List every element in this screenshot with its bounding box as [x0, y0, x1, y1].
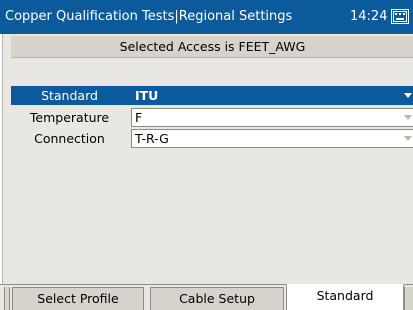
chevron-down-icon[interactable] — [404, 136, 412, 141]
row-temperature[interactable]: Temperature F — [11, 108, 413, 127]
standard-select[interactable]: ITU — [131, 86, 413, 105]
tab-cable-setup[interactable]: Cable Setup — [150, 287, 284, 310]
tab-edge-left — [4, 287, 10, 310]
row-standard[interactable]: Standard ITU — [11, 86, 413, 105]
connection-label: Connection — [34, 131, 105, 146]
selected-access-banner: Selected Access is FEET_AWG — [11, 36, 413, 58]
temperature-label: Temperature — [29, 110, 110, 125]
window-title: Copper Qualification Tests|Regional Sett… — [5, 9, 293, 24]
tab-select-profile[interactable]: Select Profile — [12, 287, 144, 310]
clock: 14:24 — [350, 9, 388, 24]
connection-select[interactable]: T-R-G — [131, 129, 413, 148]
settings-panel: Selected Access is FEET_AWG Standard ITU… — [2, 34, 413, 284]
tab-standard[interactable]: Standard — [286, 284, 404, 310]
standard-label: Standard — [41, 88, 98, 103]
connection-value: T-R-G — [135, 131, 169, 146]
temperature-select[interactable]: F — [131, 108, 413, 127]
chevron-down-icon[interactable] — [404, 115, 412, 120]
title-bar: Copper Qualification Tests|Regional Sett… — [0, 0, 413, 34]
chevron-down-icon[interactable] — [404, 93, 412, 98]
tab-strip: Select Profile Cable Setup Standard — [0, 284, 413, 310]
tab-edge-right — [404, 287, 413, 310]
keyboard-icon[interactable] — [391, 9, 409, 24]
row-connection[interactable]: Connection T-R-G — [11, 129, 413, 148]
standard-value: ITU — [135, 88, 159, 103]
temperature-value: F — [135, 110, 143, 125]
regional-settings-screen: Copper Qualification Tests|Regional Sett… — [0, 0, 413, 310]
